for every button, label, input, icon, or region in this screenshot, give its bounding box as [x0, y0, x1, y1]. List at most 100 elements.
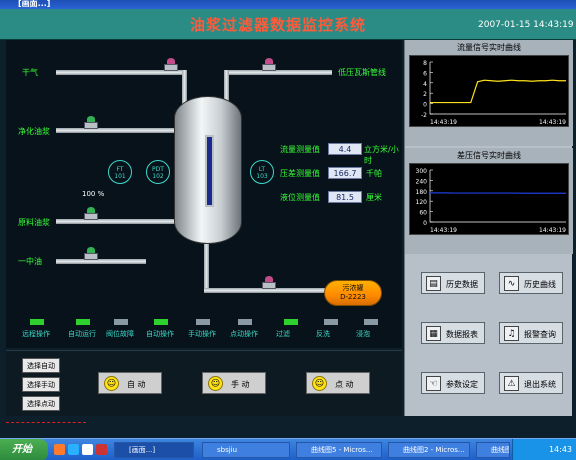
level-value: 81.5 [328, 191, 362, 203]
datetime-display: 2007-01-15 14:43:19 [478, 20, 574, 30]
taskbar-item[interactable]: [画面...] [114, 442, 194, 458]
valve-percent-label: 100 % [82, 190, 105, 198]
pipe-low-gas [224, 70, 332, 75]
status-led [324, 319, 338, 325]
select-manual-button[interactable]: 选择手动 [22, 377, 60, 392]
function-button-label: 历史曲线 [524, 280, 556, 289]
valve-raw-oil[interactable] [84, 207, 98, 221]
flow-unit: 立方米/小时 [364, 145, 399, 165]
select-jog-button[interactable]: 选择点动 [22, 396, 60, 411]
y-tick-label: 120 [416, 199, 428, 206]
flow-chart: 8 6 4 2 0 -2 14:43:19 14:43:19 [409, 55, 569, 127]
status-led-label: 过滤 [276, 330, 290, 338]
axis [429, 62, 566, 115]
y-tick-label: -2 [421, 112, 427, 119]
status-led [114, 319, 128, 325]
x-time-label: 14:43:19 [430, 119, 457, 126]
instrument-lt[interactable]: LT 103 [250, 160, 274, 184]
quicklaunch-icon[interactable] [96, 444, 107, 455]
function-button[interactable]: ▦ 数据报表 [421, 322, 485, 344]
clock: 14:43 [548, 445, 572, 454]
page-title: 油浆过滤器数据监控系统 [190, 16, 367, 34]
valve-dry-gas[interactable] [164, 58, 178, 72]
control-bar: 选择自动 选择手动 选择点动 ☺ 自 动 ☺ 手 动 ☺ 点 动 [6, 350, 402, 416]
filter-tank [174, 96, 242, 244]
header: 油浆过滤器数据监控系统 2007-01-15 14:43:19 [0, 9, 576, 40]
instrument-pdt[interactable]: PDT 102 [146, 160, 170, 184]
document-icon: ▤ [426, 276, 441, 291]
taskbar-item[interactable]: sbsjiu [202, 442, 290, 458]
line-label-raw-oil: 原料油浆 [18, 218, 50, 227]
taskbar-item[interactable]: 曲线图5 - Micros... [296, 442, 382, 458]
smiley-icon: ☺ [312, 376, 327, 391]
valve-clean-oil[interactable] [84, 116, 98, 130]
flow-chart-panel: 流量信号实时曲线 8 6 4 2 0 -2 14:43:19 14:43:19 [405, 40, 573, 146]
y-tick-label: 0 [423, 102, 427, 109]
start-button[interactable]: 开始 [0, 439, 48, 460]
flow-value: 4.4 [328, 143, 362, 155]
quicklaunch-icon[interactable] [82, 444, 93, 455]
smiley-icon: ☺ [208, 376, 223, 391]
dp-chart: 300 240 180 120 60 0 14:43:19 14:43:19 [409, 163, 569, 235]
function-button[interactable]: ∿ 历史曲线 [499, 272, 563, 294]
manual-button[interactable]: ☺ 手 动 [202, 372, 266, 394]
axis [429, 170, 566, 223]
quicklaunch-icon[interactable] [68, 444, 79, 455]
pipe-raw-oil [56, 219, 176, 224]
quicklaunch-icon[interactable] [54, 444, 65, 455]
valve-low-gas[interactable] [262, 58, 276, 72]
series-line [430, 79, 566, 104]
valve-drain[interactable] [262, 276, 276, 290]
y-tick-label: 60 [419, 210, 427, 217]
function-button[interactable]: ☜ 参数设定 [421, 372, 485, 394]
instrument-ft[interactable]: FT 101 [108, 160, 132, 184]
function-button[interactable]: ▤ 历史数据 [421, 272, 485, 294]
status-led-label: 反洗 [316, 330, 330, 338]
hand-icon: ☜ [426, 376, 441, 391]
status-led [284, 319, 298, 325]
dp-value: 166.7 [328, 167, 362, 179]
status-led [238, 319, 252, 325]
dp-chart-svg: 30024018012060014:43:19 14:43:19 [416, 168, 567, 234]
x-time-label: 14:43:19 [539, 227, 566, 234]
y-tick-label: 300 [416, 168, 428, 175]
y-tick-label: 180 [416, 189, 428, 196]
status-led [196, 319, 210, 325]
process-diagram: 干气 净化油浆 原料油浆 一中油 低压瓦斯管线 100 % FT 101 PDT… [6, 40, 402, 348]
status-strip [6, 422, 86, 423]
function-button-label: 退出系统 [524, 380, 556, 389]
status-led-label: 阀位故障 [106, 330, 134, 338]
system-tray: 14:43 [512, 439, 576, 460]
status-led-label: 点动操作 [230, 330, 258, 338]
function-button[interactable]: ♫ 报警查询 [499, 322, 563, 344]
app-root: [画面...] 油浆过滤器数据监控系统 2007-01-15 14:43:19 … [0, 0, 576, 460]
valve-mid-oil[interactable] [84, 247, 98, 261]
pipe-bottom-down [204, 240, 209, 290]
y-tick-label: 240 [416, 178, 428, 185]
window-titlebar[interactable]: [画面...] [0, 0, 576, 9]
function-button-label: 数据报表 [446, 330, 478, 339]
smiley-icon: ☺ [104, 376, 119, 391]
status-led-label: 自动运行 [68, 330, 96, 338]
function-button[interactable]: ⚠ 退出系统 [499, 372, 563, 394]
jog-button[interactable]: ☺ 点 动 [306, 372, 370, 394]
taskbar-item[interactable]: 曲线图2 - Micros... [388, 442, 470, 458]
select-auto-button[interactable]: 选择自动 [22, 358, 60, 373]
right-panel: 流量信号实时曲线 8 6 4 2 0 -2 14:43:19 14:43:19 差压信号实时曲… [404, 40, 573, 416]
warning-icon: ⚠ [504, 376, 519, 391]
pipe-mid-oil [56, 259, 146, 264]
x-time-label: 14:43:19 [430, 227, 457, 234]
taskbar: 开始 [画面...] sbsjiu 曲线图5 - Micros... 曲线图2 - M… [0, 438, 576, 460]
dp-chart-panel: 差压信号实时曲线 300 240 180 120 60 0 14:43:19 14:43:19 [405, 148, 573, 254]
level-unit: 厘米 [366, 193, 382, 202]
level-label: 液位测量值 [280, 193, 320, 202]
status-led-label: 远程操作 [22, 330, 50, 338]
y-tick-label: 2 [423, 91, 427, 98]
auto-button[interactable]: ☺ 自 动 [98, 372, 162, 394]
level-glass [205, 135, 214, 207]
line-label-clean-oil: 净化油浆 [18, 127, 50, 136]
y-tick-label: 6 [423, 70, 427, 77]
taskbar-item[interactable]: 曲线图3 - Micros... [476, 442, 510, 458]
report-icon: ▦ [426, 326, 441, 341]
dirt-tank-code: D-2223 [340, 293, 366, 301]
